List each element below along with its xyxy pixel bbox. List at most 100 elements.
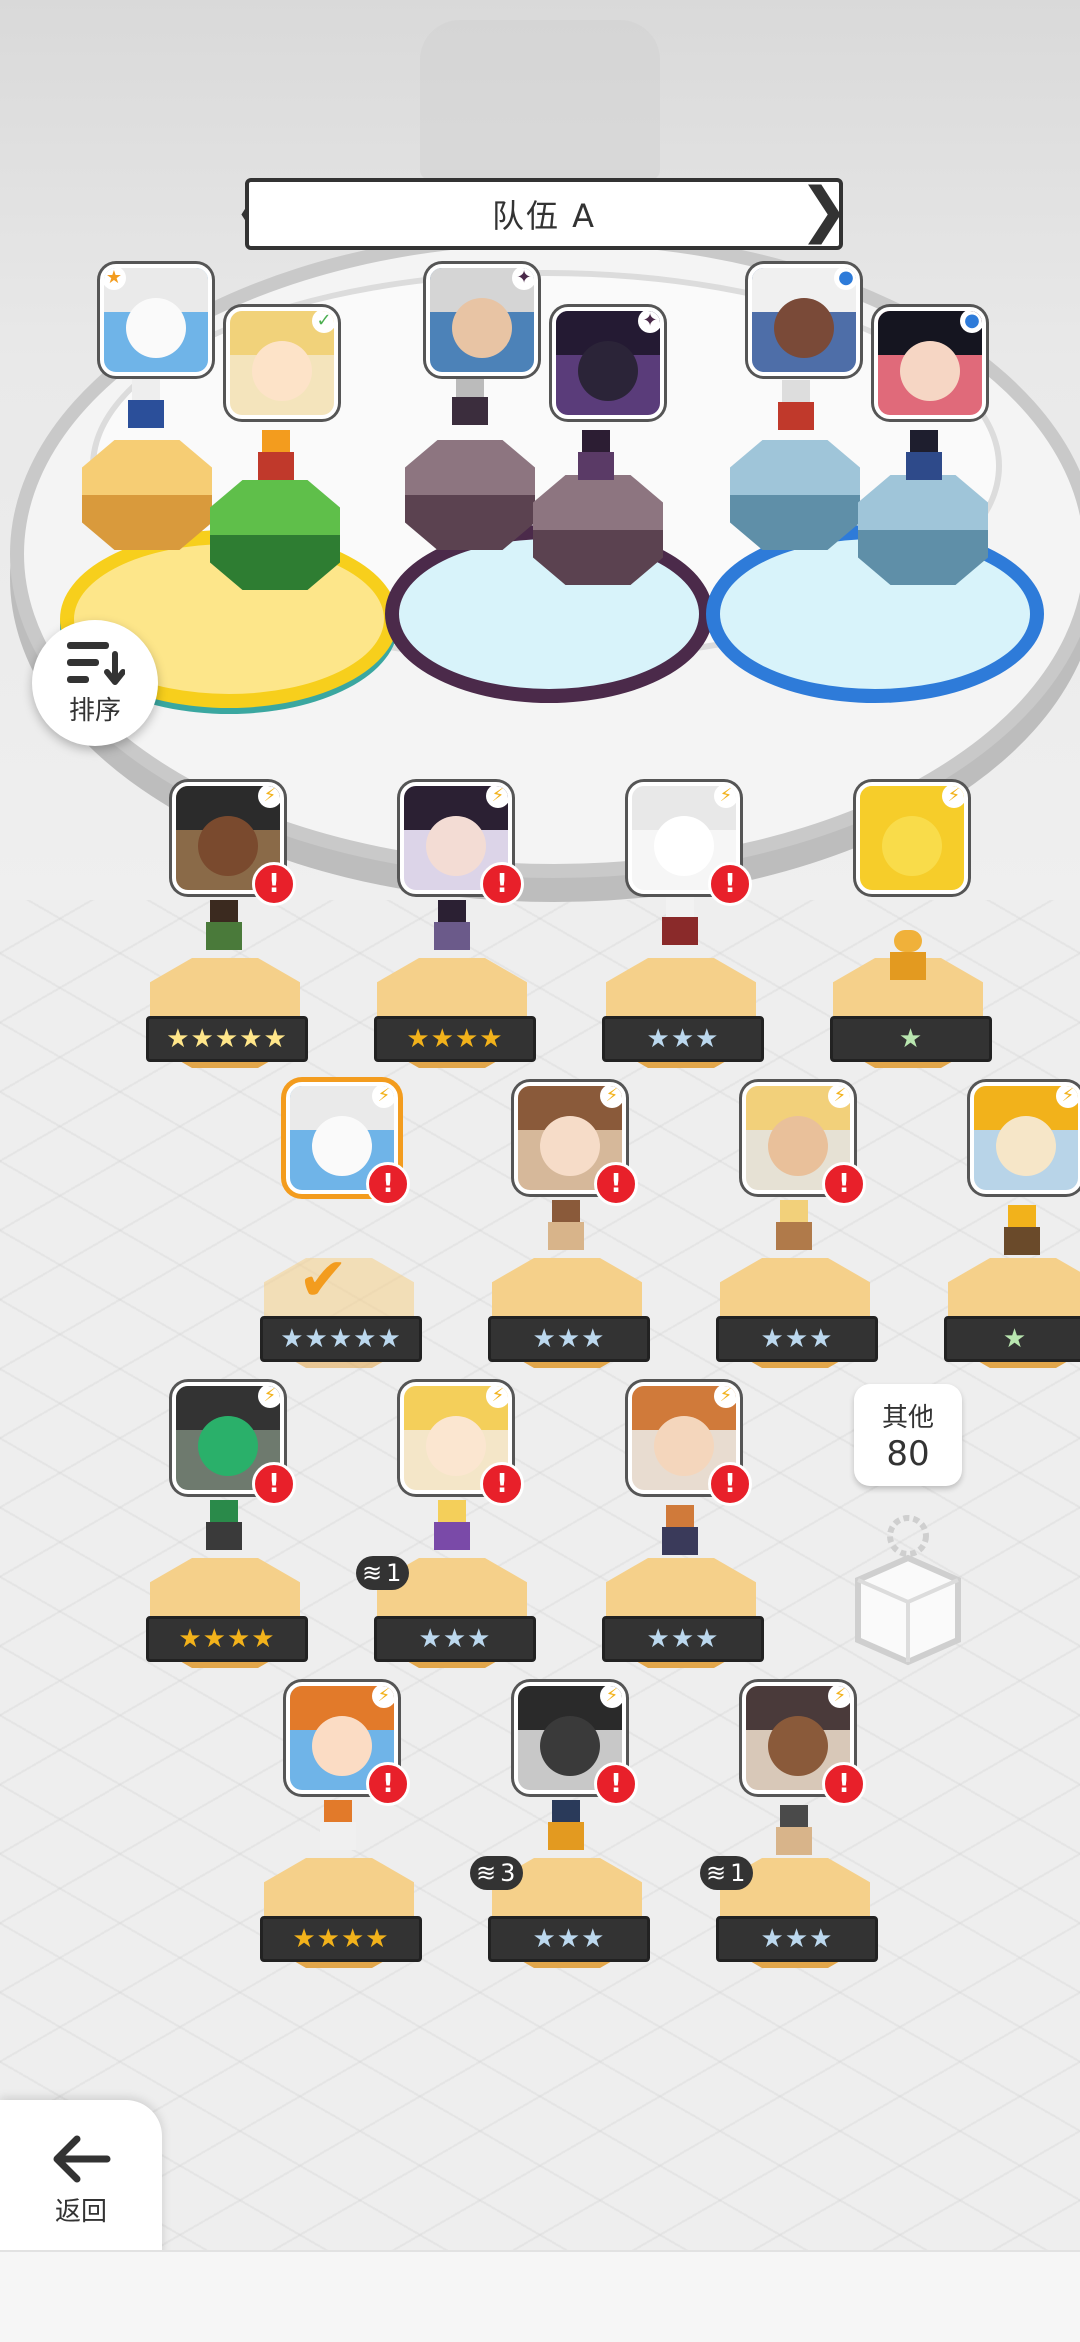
star-rating: ★★★★ bbox=[146, 1616, 308, 1662]
lightning-icon: ⚡ bbox=[1056, 1086, 1078, 1108]
alert-icon: ! bbox=[594, 1162, 638, 1206]
team-hero-portrait[interactable]: ● bbox=[874, 307, 986, 419]
star-rating: ★★★ bbox=[716, 1316, 878, 1362]
selected-check-icon: ✔ bbox=[298, 1245, 349, 1315]
back-button[interactable]: 返回 bbox=[0, 2100, 162, 2260]
empty-slot-box[interactable] bbox=[838, 1510, 978, 1670]
alert-icon: ! bbox=[594, 1762, 638, 1806]
hero-sprite bbox=[884, 930, 932, 982]
others-count-bubble[interactable]: 其他 80 bbox=[854, 1384, 962, 1486]
lightning-icon: ⚡ bbox=[258, 786, 280, 808]
star-rating: ★★★★★ bbox=[260, 1316, 422, 1362]
team-hero-sprite bbox=[446, 375, 494, 427]
stack-count: 3 bbox=[500, 1859, 516, 1887]
team-hero-sprite bbox=[122, 378, 170, 430]
hero-sprite bbox=[428, 900, 476, 952]
hero-portrait[interactable]: ⚡ bbox=[970, 1082, 1080, 1194]
hero-sprite bbox=[200, 900, 248, 952]
lightning-icon: ⚡ bbox=[714, 786, 736, 808]
arena-emblem bbox=[420, 20, 660, 180]
star-rating: ★★★ bbox=[488, 1316, 650, 1362]
stack-count: 1 bbox=[386, 1559, 402, 1587]
team-hero-portrait[interactable]: ✦ bbox=[552, 307, 664, 419]
team-slot-pedestal[interactable] bbox=[405, 440, 535, 550]
others-count: 80 bbox=[886, 1433, 930, 1474]
alert-icon: ! bbox=[366, 1162, 410, 1206]
hero-sprite bbox=[998, 1205, 1046, 1257]
lightning-icon: ⚡ bbox=[486, 1386, 508, 1408]
lightning-icon: ⚡ bbox=[486, 786, 508, 808]
stack-count-badge: ≋ 1 bbox=[700, 1856, 754, 1890]
team-slot-pedestal[interactable] bbox=[82, 440, 212, 550]
alert-icon: ! bbox=[822, 1162, 866, 1206]
hero-sprite bbox=[770, 1805, 818, 1857]
team-hero-portrait[interactable]: ✓ bbox=[226, 307, 338, 419]
hero-sprite bbox=[542, 1800, 590, 1852]
back-label: 返回 bbox=[54, 2196, 107, 2227]
star-rating: ★★★ bbox=[602, 1016, 764, 1062]
bottom-bar bbox=[0, 2250, 1080, 2342]
star-rating: ★★★ bbox=[716, 1916, 878, 1962]
star-rating: ★ bbox=[944, 1316, 1080, 1362]
hero-sprite bbox=[656, 1505, 704, 1557]
team-hero-portrait[interactable]: ✦ bbox=[426, 264, 538, 376]
hero-sprite bbox=[770, 1200, 818, 1252]
alert-icon: ! bbox=[252, 1462, 296, 1506]
lightning-icon: ⚡ bbox=[714, 1386, 736, 1408]
hero-sprite bbox=[200, 1500, 248, 1552]
water-badge-icon: ● bbox=[960, 311, 982, 333]
team-slot-pedestal[interactable] bbox=[210, 480, 340, 590]
alert-icon: ! bbox=[480, 862, 524, 906]
lightning-icon: ⚡ bbox=[600, 1086, 622, 1108]
lightning-icon: ⚡ bbox=[942, 786, 964, 808]
team-hero-portrait[interactable]: ★ bbox=[100, 264, 212, 376]
sort-button[interactable]: 排序 bbox=[32, 620, 158, 746]
alert-icon: ! bbox=[822, 1762, 866, 1806]
lightning-icon: ⚡ bbox=[828, 1686, 850, 1708]
star-rating: ★★★ bbox=[374, 1616, 536, 1662]
lightning-icon: ⚡ bbox=[372, 1686, 394, 1708]
star-rating: ★★★★ bbox=[374, 1016, 536, 1062]
team-slot-pedestal[interactable] bbox=[533, 475, 663, 585]
star-rating: ★ bbox=[830, 1016, 992, 1062]
back-arrow-icon bbox=[53, 2135, 111, 2182]
lightning-icon: ⚡ bbox=[372, 1086, 394, 1108]
leaf-badge-icon: ✓ bbox=[312, 311, 334, 333]
next-team-button[interactable]: ❯ bbox=[799, 176, 849, 244]
stack-count-badge: ≋ 1 bbox=[356, 1556, 410, 1590]
hero-portrait[interactable]: ⚡ bbox=[856, 782, 968, 894]
team-hero-sprite bbox=[900, 430, 948, 482]
lightning-icon: ⚡ bbox=[828, 1086, 850, 1108]
hero-sprite bbox=[314, 1800, 362, 1852]
team-hero-sprite bbox=[772, 380, 820, 432]
star-rating: ★★★★★ bbox=[146, 1016, 308, 1062]
others-label: 其他 bbox=[881, 1402, 934, 1433]
team-slot-pedestal[interactable] bbox=[858, 475, 988, 585]
sort-label: 排序 bbox=[68, 695, 121, 726]
alert-icon: ! bbox=[252, 862, 296, 906]
dark-badge-icon: ✦ bbox=[512, 268, 534, 290]
lightning-icon: ⚡ bbox=[600, 1686, 622, 1708]
star-rating: ★★★ bbox=[488, 1916, 650, 1962]
star-rating: ★★★ bbox=[602, 1616, 764, 1662]
stack-count-badge: ≋ 3 bbox=[470, 1856, 524, 1890]
alert-icon: ! bbox=[708, 862, 752, 906]
stack-count: 1 bbox=[730, 1859, 746, 1887]
team-hero-sprite bbox=[572, 430, 620, 482]
hero-sprite bbox=[428, 1500, 476, 1552]
alert-icon: ! bbox=[366, 1762, 410, 1806]
team-hero-portrait[interactable]: ● bbox=[748, 264, 860, 376]
layers-icon: ≋ bbox=[476, 1859, 497, 1887]
lightning-icon: ⚡ bbox=[258, 1386, 280, 1408]
sort-icon bbox=[67, 641, 125, 685]
water-badge-icon: ● bbox=[834, 268, 856, 290]
star-rating: ★★★★ bbox=[260, 1916, 422, 1962]
alert-icon: ! bbox=[480, 1462, 524, 1506]
team-title: 队伍 A bbox=[245, 178, 843, 250]
team-slot-pedestal[interactable] bbox=[730, 440, 860, 550]
hero-sprite bbox=[542, 1200, 590, 1252]
alert-icon: ! bbox=[708, 1462, 752, 1506]
star-badge-icon: ★ bbox=[104, 268, 126, 290]
dark-badge-icon: ✦ bbox=[638, 311, 660, 333]
hero-sprite bbox=[656, 895, 704, 947]
